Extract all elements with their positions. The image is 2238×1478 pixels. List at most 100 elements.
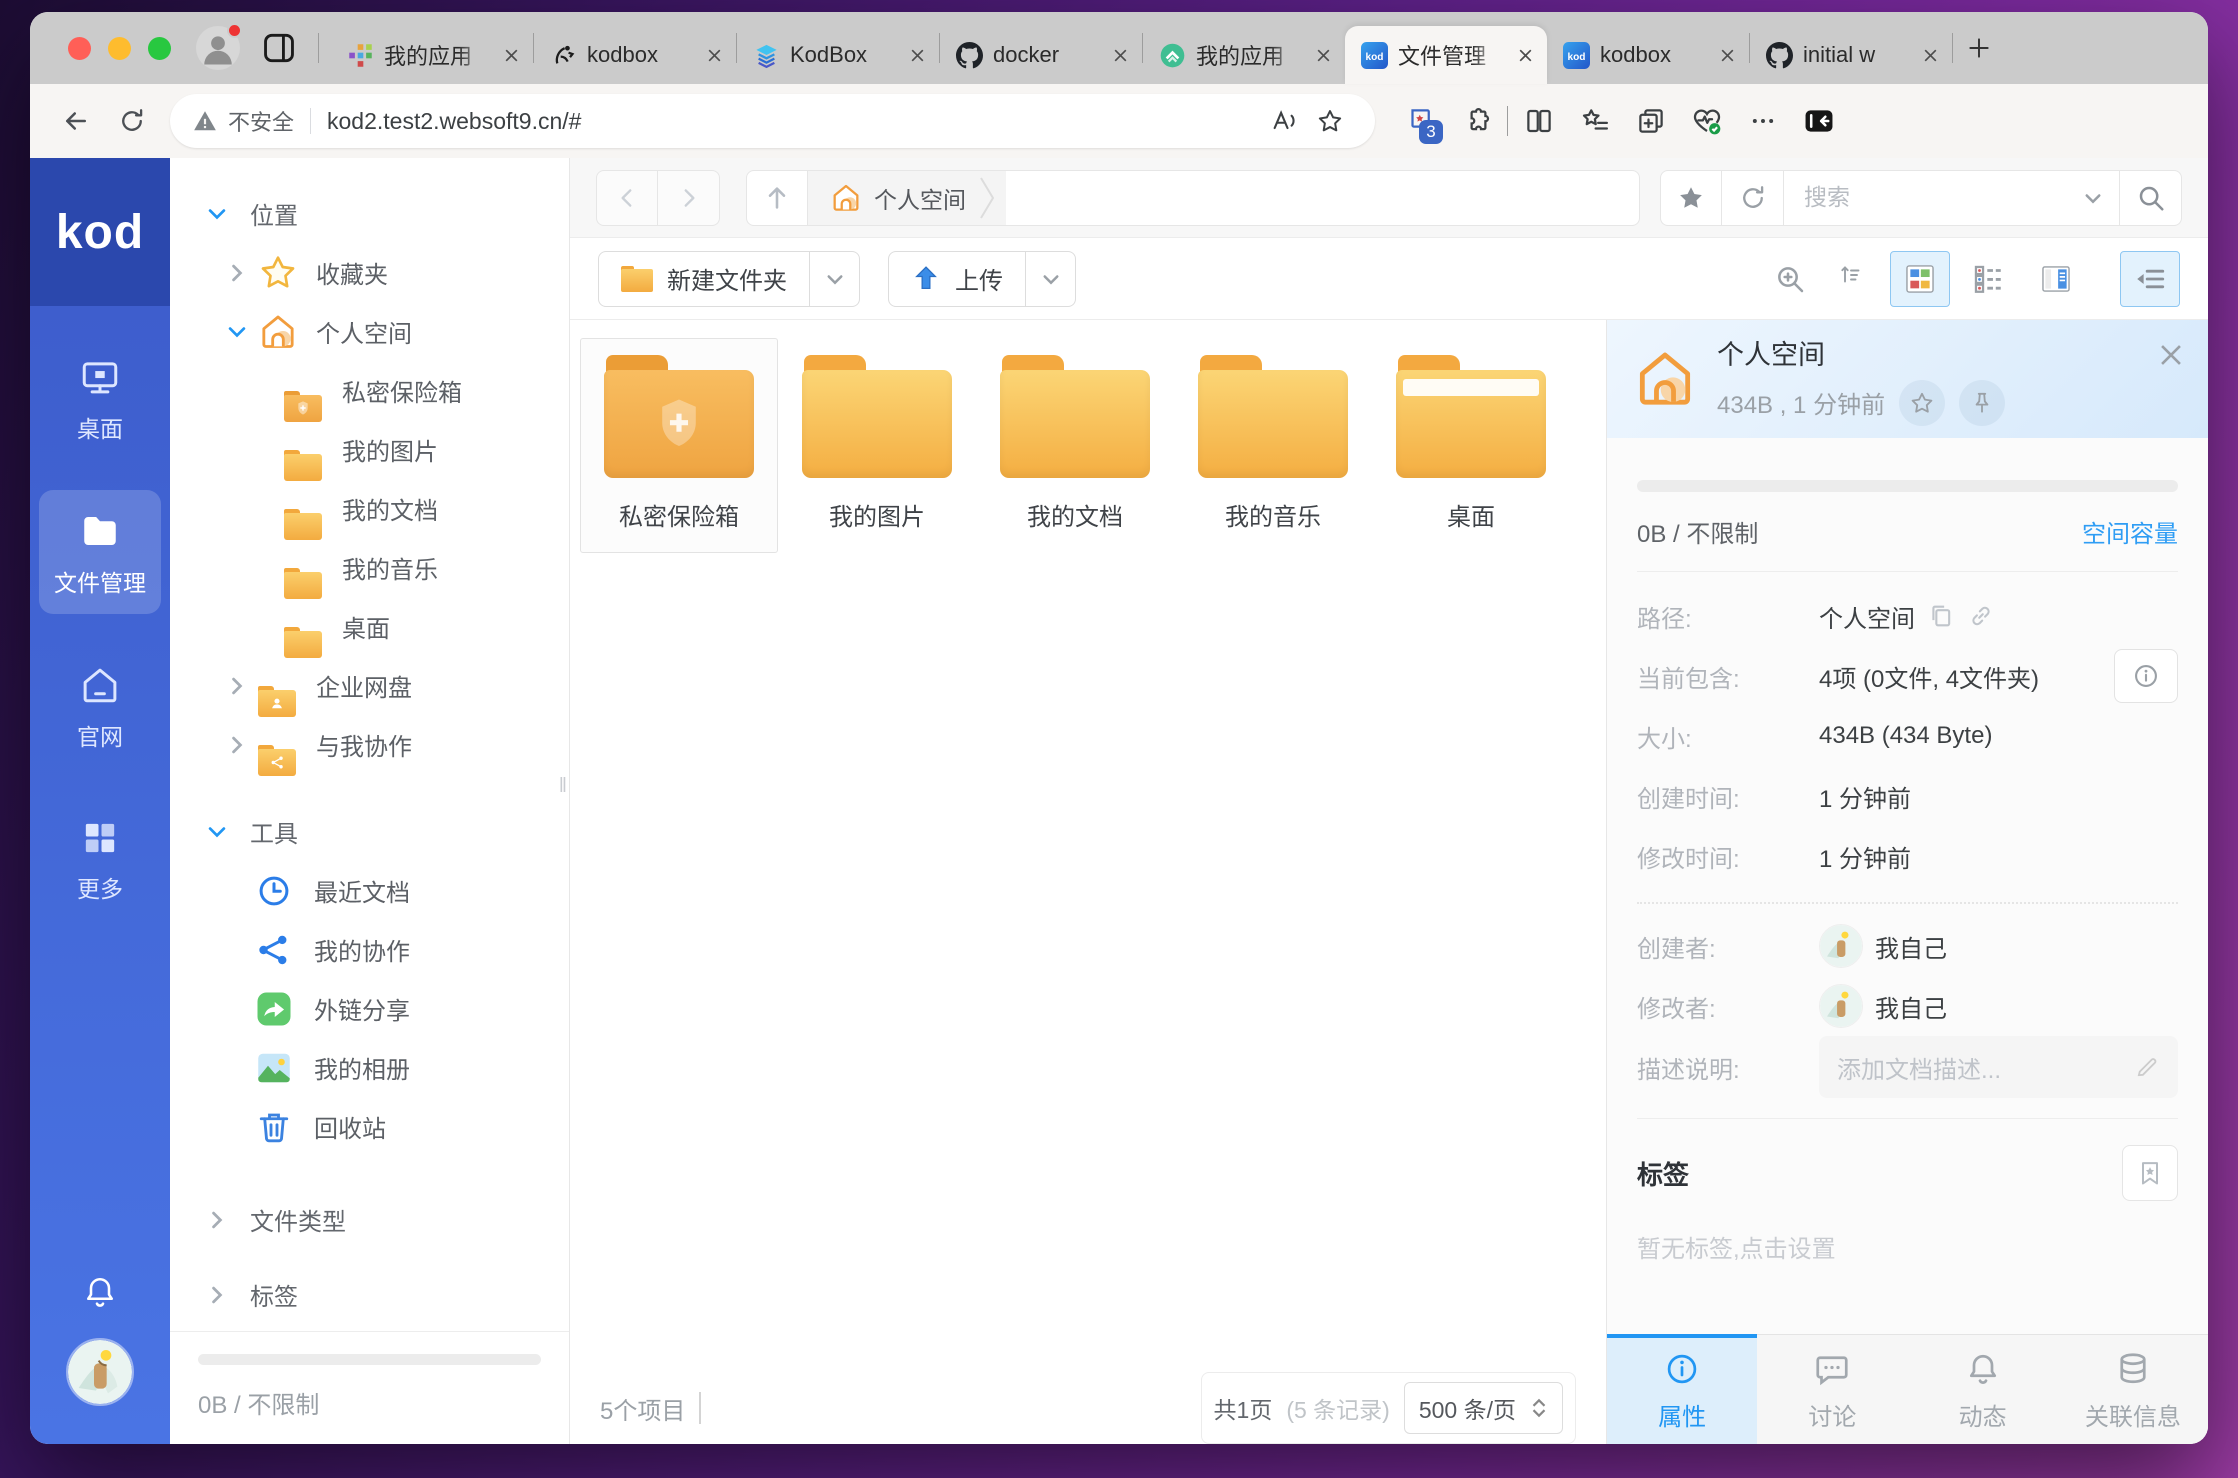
tree-item-personal-space[interactable]: 个人空间 [170, 302, 569, 361]
view-grid-button[interactable] [1890, 251, 1950, 307]
refresh-button[interactable] [1722, 170, 1784, 226]
favorite-star-icon[interactable] [1899, 380, 1945, 426]
tab-close-icon[interactable] [903, 41, 931, 69]
tab-close-icon[interactable] [1106, 41, 1134, 69]
browser-tab-initial[interactable]: initial w [1750, 26, 1952, 84]
profile-avatar[interactable] [196, 26, 240, 70]
maximize-window-button[interactable] [148, 37, 171, 60]
detail-tab-discussion[interactable]: 讨论 [1757, 1334, 1907, 1444]
tree-section-tools[interactable]: 工具 [170, 802, 569, 861]
edit-pencil-icon[interactable] [2134, 1054, 2160, 1080]
tree-section-location[interactable]: 位置 [170, 184, 569, 243]
tab-overview-icon[interactable] [260, 29, 298, 67]
search-input[interactable] [1804, 184, 2044, 211]
detail-tab-activity[interactable]: 动态 [1908, 1334, 2058, 1444]
sort-icon[interactable] [1826, 251, 1882, 307]
tree-item-safe-box[interactable]: 私密保险箱 [170, 361, 569, 420]
minimize-window-button[interactable] [108, 37, 131, 60]
rail-item-more[interactable]: 更多 [39, 798, 161, 920]
tree-item-favorites[interactable]: 收藏夹 [170, 243, 569, 302]
search-field[interactable] [1784, 170, 2120, 226]
tree-item-shared-with-me[interactable]: 与我协作 [170, 715, 569, 774]
tree-item-recent-docs[interactable]: 最近文档 [170, 861, 569, 920]
search-button[interactable] [2120, 170, 2182, 226]
tree-section-tags[interactable]: 标签 [170, 1265, 569, 1324]
tag-bookmark-icon[interactable] [2122, 1145, 2178, 1201]
favorite-star-icon[interactable] [1307, 98, 1353, 144]
browser-tab-docker[interactable]: docker [940, 26, 1142, 84]
browser-essentials-icon[interactable] [1682, 96, 1732, 146]
history-back-button[interactable] [596, 170, 658, 226]
rail-item-official-site[interactable]: 官网 [39, 644, 161, 768]
site-security[interactable]: 不安全 [192, 105, 294, 137]
bookmark-current-button[interactable] [1660, 170, 1722, 226]
reading-list-icon[interactable]: 3 [1395, 96, 1445, 146]
sidebar-resize-handle[interactable]: ‖ [559, 775, 567, 798]
browser-tab-kodbox-2[interactable]: kod kodbox [1547, 26, 1749, 84]
tab-close-icon[interactable] [1309, 41, 1337, 69]
detail-panel-toggle-button[interactable] [2120, 251, 2180, 307]
user-avatar[interactable] [66, 1338, 134, 1406]
tree-item-link-share[interactable]: 外链分享 [170, 979, 569, 1038]
tab-close-icon[interactable] [1916, 41, 1944, 69]
file-item-desktop[interactable]: 桌面 [1372, 338, 1570, 553]
link-icon[interactable] [1967, 602, 1995, 630]
tree-item-my-collab[interactable]: 我的协作 [170, 920, 569, 979]
description-field[interactable]: 添加文档描述... [1819, 1036, 2178, 1098]
read-aloud-icon[interactable] [1261, 98, 1307, 144]
extensions-puzzle-icon[interactable] [1451, 96, 1501, 146]
page-size-select[interactable]: 500 条/页 [1404, 1382, 1563, 1434]
tree-item-my-pictures[interactable]: 我的图片 [170, 420, 569, 479]
file-item-my-documents[interactable]: 我的文档 [976, 338, 1174, 553]
tree-item-recycle-bin[interactable]: 回收站 [170, 1097, 569, 1156]
settings-more-icon[interactable] [1738, 96, 1788, 146]
favorites-icon[interactable] [1570, 96, 1620, 146]
browser-tab-myapps-2[interactable]: 我的应用 [1143, 26, 1345, 84]
file-item-my-pictures[interactable]: 我的图片 [778, 338, 976, 553]
browser-tab-kodbox-docs[interactable]: kodbox [534, 26, 736, 84]
notifications-bell-icon[interactable] [82, 1274, 118, 1310]
kod-logo[interactable]: kod [30, 158, 170, 306]
upload-dropdown-caret[interactable] [1026, 251, 1076, 307]
space-capacity-link[interactable]: 空间容量 [2082, 514, 2178, 549]
rail-item-desktop[interactable]: 桌面 [39, 336, 161, 460]
go-up-button[interactable] [746, 170, 808, 226]
detail-tab-properties[interactable]: 属性 [1607, 1334, 1757, 1444]
tags-empty-text[interactable]: 暂无标签,点击设置 [1637, 1229, 2178, 1264]
new-folder-dropdown-caret[interactable] [810, 251, 860, 307]
browser-back-icon[interactable] [50, 95, 102, 147]
browser-tab-file-manager-active[interactable]: kod 文件管理 [1345, 26, 1547, 84]
browser-tab-kodbox-site[interactable]: KodBox [737, 26, 939, 84]
tree-item-my-music[interactable]: 我的音乐 [170, 538, 569, 597]
collections-icon[interactable] [1626, 96, 1676, 146]
tree-item-my-documents[interactable]: 我的文档 [170, 479, 569, 538]
zoom-icon[interactable] [1762, 251, 1818, 307]
new-folder-button[interactable]: 新建文件夹 [598, 251, 810, 307]
file-item-my-music[interactable]: 我的音乐 [1174, 338, 1372, 553]
tree-item-my-album[interactable]: 我的相册 [170, 1038, 569, 1097]
view-column-button[interactable] [2026, 251, 2086, 307]
history-forward-button[interactable] [658, 170, 720, 226]
url-text[interactable]: kod2.test2.websoft9.cn/# [327, 108, 1261, 135]
tree-item-desktop[interactable]: 桌面 [170, 597, 569, 656]
tree-item-enterprise-disk[interactable]: 企业网盘 [170, 656, 569, 715]
rail-item-file-manager[interactable]: 文件管理 [39, 490, 161, 614]
new-tab-button[interactable] [1953, 22, 2005, 74]
close-window-button[interactable] [68, 37, 91, 60]
pin-icon[interactable] [1959, 380, 2005, 426]
view-list-button[interactable] [1958, 251, 2018, 307]
sidebar-toggle-icon[interactable] [1794, 96, 1844, 146]
tab-close-icon[interactable] [1511, 41, 1539, 69]
close-panel-icon[interactable] [2158, 342, 2184, 368]
copy-icon[interactable] [1927, 602, 1955, 630]
search-dropdown-caret-icon[interactable] [2083, 188, 2103, 208]
address-bar[interactable]: 不安全 kod2.test2.websoft9.cn/# [170, 94, 1375, 148]
tab-close-icon[interactable] [700, 41, 728, 69]
browser-refresh-icon[interactable] [106, 95, 158, 147]
tree-section-filetypes[interactable]: 文件类型 [170, 1190, 569, 1249]
detail-tab-related-info[interactable]: 关联信息 [2058, 1334, 2208, 1444]
info-button[interactable] [2114, 649, 2178, 703]
file-item-safe-box[interactable]: 私密保险箱 [580, 338, 778, 553]
split-screen-icon[interactable] [1514, 96, 1564, 146]
upload-button[interactable]: 上传 [888, 251, 1026, 307]
